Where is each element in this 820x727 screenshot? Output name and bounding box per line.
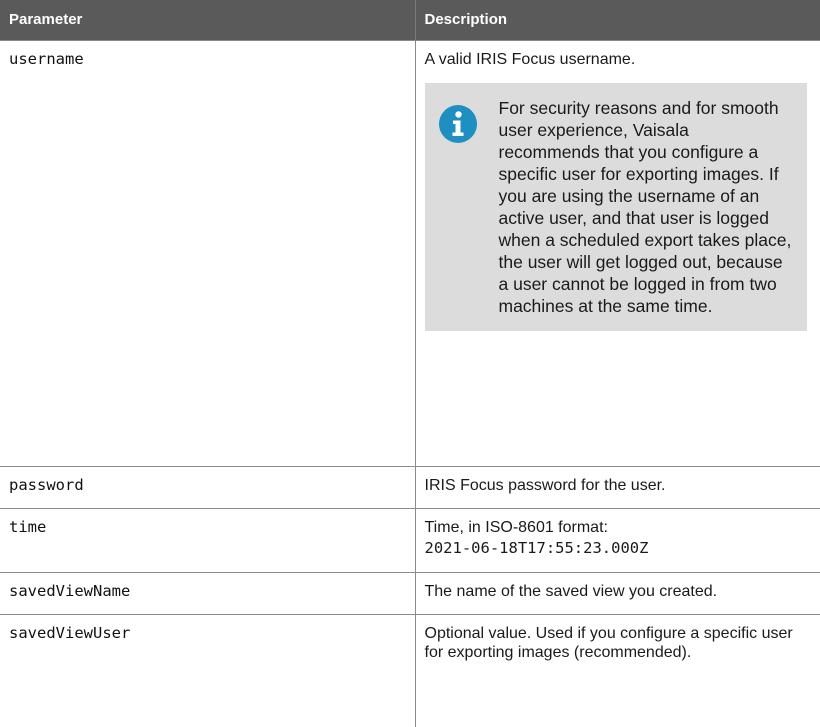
parameter-table: Parameter Description username A valid I… xyxy=(0,0,820,727)
parameter-description-cell: Time, in ISO-8601 format: 2021-06-18T17:… xyxy=(415,507,820,572)
table-row: time Time, in ISO-8601 format: 2021-06-1… xyxy=(0,507,820,572)
table-row: savedViewUser Optional value. Used if yo… xyxy=(0,613,820,727)
parameter-description: Time, in ISO-8601 format: xyxy=(424,518,608,536)
table-row: username A valid IRIS Focus username. Fo… xyxy=(0,39,820,466)
note-box: For security reasons and for smooth user… xyxy=(424,82,807,331)
parameter-name-password: password xyxy=(0,465,416,508)
parameter-name-savedviewname: savedViewName xyxy=(0,571,416,614)
parameter-name-time: time xyxy=(0,507,416,572)
table-header-row: Parameter Description xyxy=(0,0,820,40)
column-header-description: Description xyxy=(415,0,820,40)
info-icon xyxy=(438,104,477,143)
parameter-description-cell: A valid IRIS Focus username. For securit… xyxy=(415,39,820,466)
parameter-description: A valid IRIS Focus username. xyxy=(424,50,636,68)
parameter-description: Optional value. Used if you configure a … xyxy=(415,613,820,727)
parameter-description: IRIS Focus password for the user. xyxy=(415,465,820,508)
table-row: password IRIS Focus password for the use… xyxy=(0,465,820,508)
table-row: savedViewName The name of the saved view… xyxy=(0,571,820,614)
column-header-parameter: Parameter xyxy=(0,0,416,40)
parameter-description: The name of the saved view you created. xyxy=(415,571,820,614)
note-text: For security reasons and for smooth user… xyxy=(498,97,792,316)
parameter-name-username: username xyxy=(0,39,416,466)
parameter-name-savedviewuser: savedViewUser xyxy=(0,613,416,727)
time-format-example: 2021-06-18T17:55:23.000Z xyxy=(424,538,649,557)
